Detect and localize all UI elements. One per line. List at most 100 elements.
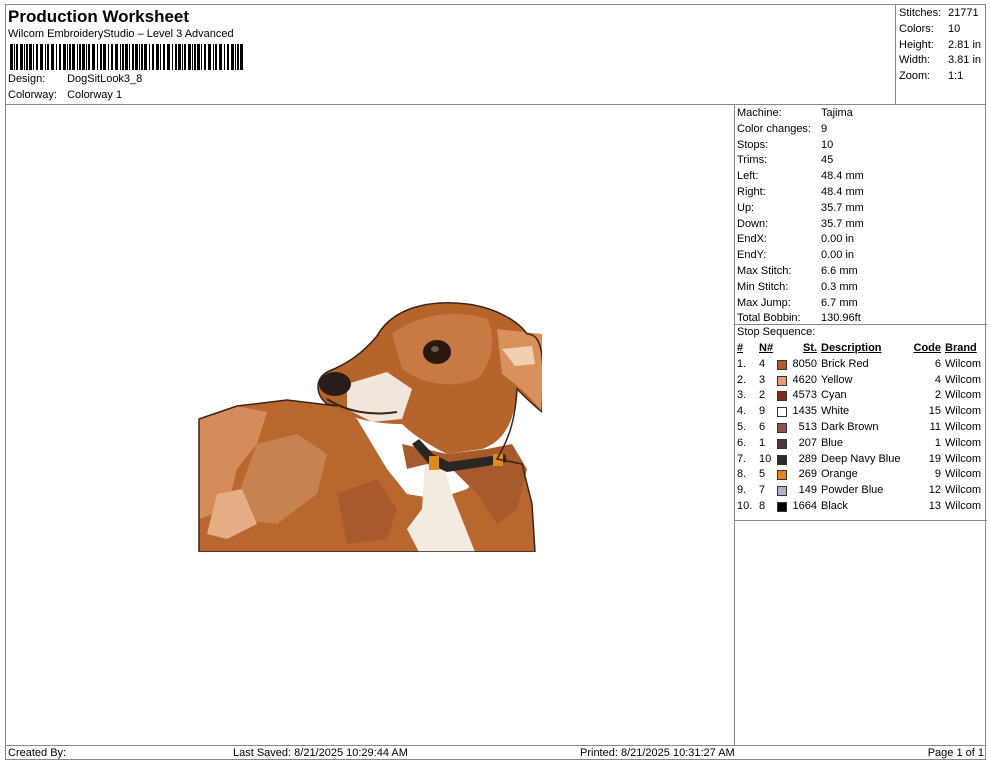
stitch-count: 1664 bbox=[792, 499, 817, 512]
property-value: 48.4 mm bbox=[821, 170, 864, 183]
design-row: Design: DogSitLook3_8 bbox=[8, 73, 142, 85]
stitch-count: 4573 bbox=[792, 389, 817, 402]
summary-row: Stitches: 21771 bbox=[899, 7, 979, 19]
table-row: 6. 1 207 Blue 1 Wilcom bbox=[737, 437, 985, 453]
header-needle: N# bbox=[759, 342, 774, 354]
needle-number: 10 bbox=[759, 452, 772, 465]
property-row: Down: 35.7 mm bbox=[737, 218, 864, 230]
row-index: 2. bbox=[737, 373, 747, 386]
summary-panel: Stitches: 21771 Colors: 10 Height: 2.81 in … bbox=[895, 5, 986, 105]
summary-label: Zoom: bbox=[899, 70, 931, 82]
header-description: Description bbox=[821, 342, 882, 354]
property-label: Down: bbox=[737, 217, 769, 230]
color-code: 19 bbox=[928, 452, 941, 465]
table-row: 8. 5 269 Orange 9 Wilcom bbox=[737, 468, 985, 484]
needle-number: 9 bbox=[759, 405, 766, 418]
summary-row: Zoom: 1:1 bbox=[899, 70, 963, 82]
table-row: 10. 8 1664 Black 13 Wilcom bbox=[737, 500, 985, 516]
page-number: Page 1 of 1 bbox=[927, 747, 984, 759]
color-code: 15 bbox=[928, 405, 941, 418]
property-label: Color changes: bbox=[737, 122, 811, 135]
colorway-label: Colorway: bbox=[8, 89, 57, 101]
stop-sequence-title: Stop Sequence: bbox=[737, 326, 816, 338]
stitch-count: 513 bbox=[798, 420, 817, 433]
summary-row: Colors: 10 bbox=[899, 23, 960, 35]
summary-label: Stitches: bbox=[899, 7, 942, 19]
color-code: 12 bbox=[928, 484, 941, 497]
color-code: 1 bbox=[934, 436, 941, 449]
table-row: 1. 4 8050 Brick Red 6 Wilcom bbox=[737, 358, 985, 374]
stitch-count: 8050 bbox=[792, 357, 817, 370]
property-row: Right: 48.4 mm bbox=[737, 186, 864, 198]
stitch-count: 207 bbox=[798, 436, 817, 449]
stitch-count: 289 bbox=[798, 452, 817, 465]
property-value: 6.7 mm bbox=[821, 296, 858, 309]
summary-value: 21771 bbox=[948, 7, 979, 19]
property-value: 10 bbox=[821, 138, 834, 151]
stitch-count: 269 bbox=[798, 468, 817, 481]
row-index: 5. bbox=[737, 420, 747, 433]
summary-label: Width: bbox=[899, 54, 931, 66]
property-value: 45 bbox=[821, 154, 834, 167]
summary-label: Height: bbox=[899, 39, 934, 51]
table-row: 2. 3 4620 Yellow 4 Wilcom bbox=[737, 374, 985, 390]
property-value: 0.3 mm bbox=[821, 280, 858, 293]
summary-row: Height: 2.81 in bbox=[899, 39, 981, 51]
property-value: 48.4 mm bbox=[821, 186, 864, 198]
thread-brand: Wilcom bbox=[945, 468, 982, 481]
color-swatch bbox=[777, 470, 787, 481]
property-row: Min Stitch: 0.3 mm bbox=[737, 281, 858, 293]
software-name: Wilcom EmbroideryStudio – Level 3 Advanc… bbox=[8, 28, 234, 40]
thread-brand: Wilcom bbox=[945, 420, 982, 433]
property-label: Max Jump: bbox=[737, 296, 791, 309]
row-index: 9. bbox=[737, 484, 747, 497]
property-value: 0.00 in bbox=[821, 233, 855, 246]
color-code: 4 bbox=[934, 373, 941, 386]
color-code: 6 bbox=[934, 357, 941, 370]
barcode bbox=[10, 44, 243, 70]
color-swatch bbox=[777, 438, 787, 449]
color-swatch bbox=[777, 359, 787, 370]
color-description: Cyan bbox=[821, 389, 847, 402]
thread-brand: Wilcom bbox=[945, 405, 982, 418]
property-value: 35.7 mm bbox=[821, 217, 864, 230]
property-row: Max Stitch: 6.6 mm bbox=[737, 265, 858, 277]
needle-number: 7 bbox=[759, 484, 766, 497]
property-label: Min Stitch: bbox=[737, 280, 789, 293]
property-row: Total Bobbin: 130.96ft bbox=[737, 312, 861, 324]
color-description: Brick Red bbox=[821, 357, 869, 370]
summary-row: Width: 3.81 in bbox=[899, 54, 981, 66]
design-label: Design: bbox=[8, 73, 46, 85]
property-label: EndY: bbox=[737, 249, 767, 262]
property-row: Color changes: 9 bbox=[737, 123, 827, 135]
property-label: Up: bbox=[737, 201, 755, 214]
color-code: 11 bbox=[929, 420, 941, 433]
needle-number: 3 bbox=[759, 373, 766, 386]
color-swatch bbox=[777, 501, 787, 512]
needle-number: 8 bbox=[759, 499, 766, 512]
summary-value: 1:1 bbox=[948, 70, 964, 82]
last-saved: Last Saved: 8/21/2025 10:29:44 AM bbox=[233, 747, 408, 759]
color-code: 9 bbox=[934, 468, 941, 481]
needle-number: 2 bbox=[759, 389, 766, 402]
property-value: 0.00 in bbox=[821, 249, 855, 262]
property-label: Stops: bbox=[737, 138, 769, 151]
thread-brand: Wilcom bbox=[945, 357, 982, 370]
property-label: Total Bobbin: bbox=[737, 312, 801, 325]
created-by: Created By: bbox=[8, 747, 67, 759]
stitch-count: 4620 bbox=[792, 373, 817, 386]
color-description: Deep Navy Blue bbox=[821, 452, 901, 465]
header-code: Code bbox=[913, 342, 942, 354]
property-label: Left: bbox=[737, 170, 759, 183]
colorway-row: Colorway: Colorway 1 bbox=[8, 89, 122, 101]
summary-value: 2.81 in bbox=[948, 39, 982, 51]
color-description: Dark Brown bbox=[821, 420, 879, 433]
stop-rows: 1. 4 8050 Brick Red 6 Wilcom 2. 3 4620 Yellow 4 Wil… bbox=[737, 358, 985, 516]
header-brand: Brand bbox=[945, 342, 977, 354]
property-row: Max Jump: 6.7 mm bbox=[737, 297, 858, 309]
property-row: EndY: 0.00 in bbox=[737, 249, 854, 261]
summary-label: Colors: bbox=[899, 23, 934, 35]
worksheet-header: Production Worksheet Wilcom EmbroiderySt… bbox=[6, 5, 895, 105]
colorway-value: Colorway 1 bbox=[67, 89, 123, 101]
row-index: 6. bbox=[737, 436, 747, 449]
